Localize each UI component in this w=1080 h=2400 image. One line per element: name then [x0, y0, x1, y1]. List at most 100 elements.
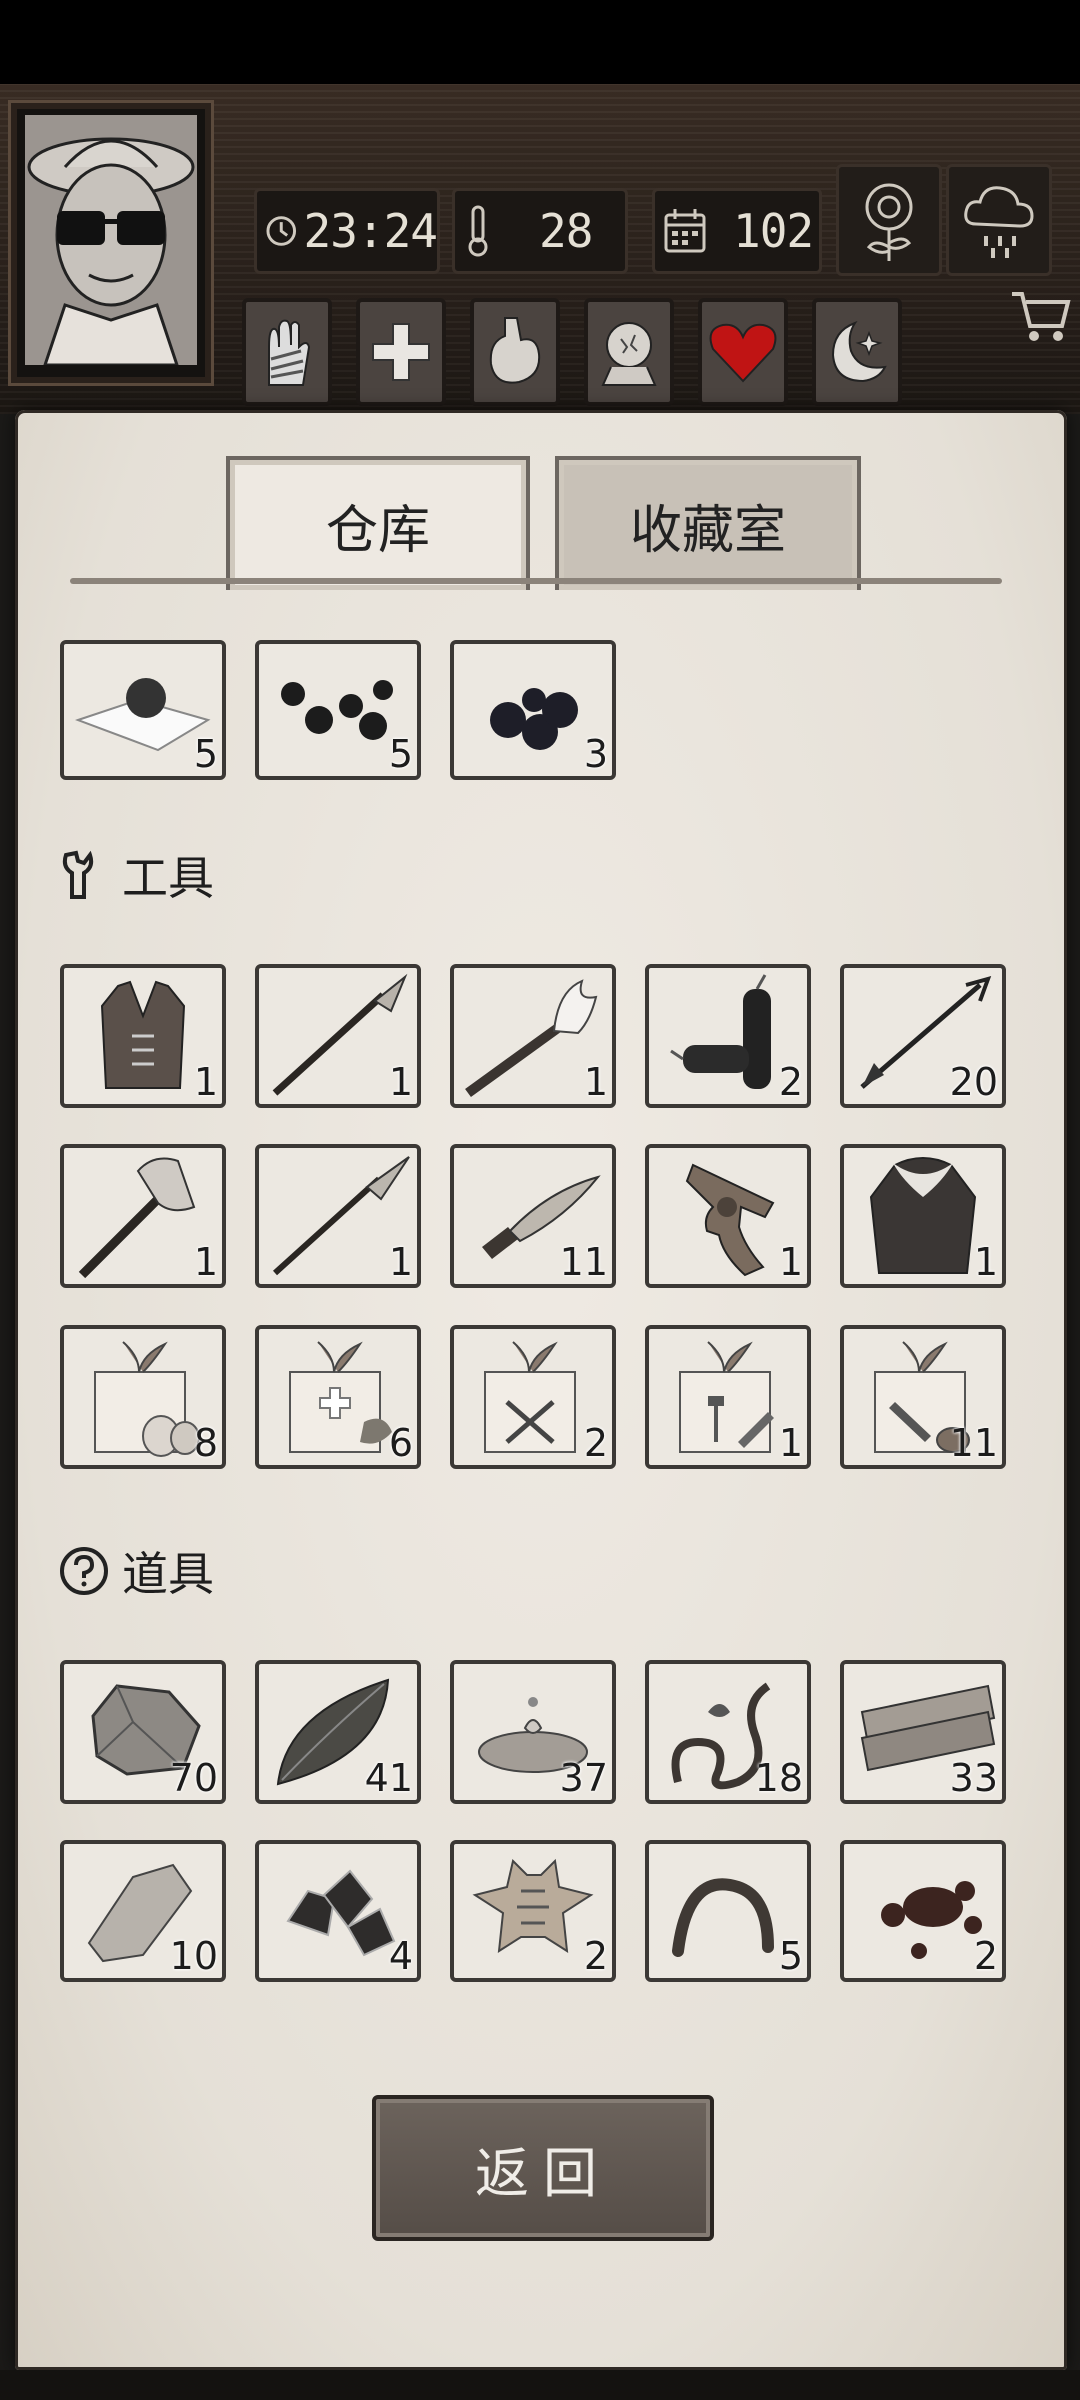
item-slot-stone-spear[interactable]: 1 [255, 964, 421, 1108]
item-quantity: 8 [193, 1421, 218, 1465]
item-quantity: 10 [169, 1934, 218, 1978]
section-tools: 工具 [58, 842, 214, 908]
tab-divider [70, 578, 1002, 584]
item-quantity: 1 [778, 1240, 803, 1284]
leather-vest-icon [100, 980, 186, 1089]
item-slot-coal-ore[interactable]: 4 [255, 1840, 421, 1982]
item-quantity: 1 [193, 1060, 218, 1104]
day-display: 102 [652, 188, 822, 274]
item-quantity: 2 [583, 1934, 608, 1978]
item-quantity: 20 [949, 1060, 998, 1104]
section-props: 道具 [58, 1538, 214, 1604]
item-slot-stone[interactable]: 70 [60, 1660, 226, 1804]
item-slot-food-package[interactable]: 8 [60, 1325, 226, 1469]
item-slot-weapon-package[interactable]: 2 [450, 1325, 616, 1469]
animal-hide-icon [472, 1858, 594, 1953]
item-slot-arrow[interactable]: 20 [840, 964, 1006, 1108]
fur-coat-icon [869, 1157, 977, 1274]
item-slot-tool-package[interactable]: 1 [645, 1325, 811, 1469]
item-quantity: 70 [169, 1756, 218, 1800]
item-quantity: 1 [973, 1240, 998, 1284]
coal-ore-icon [286, 1869, 396, 1957]
status-bar-area [0, 0, 1080, 84]
item-quantity: 33 [949, 1756, 998, 1800]
item-quantity: 5 [778, 1934, 803, 1978]
item-quantity: 1 [388, 1060, 413, 1104]
rain-cloud-icon [964, 186, 1034, 258]
season-sunflower-button[interactable] [836, 164, 942, 276]
medical-cross-icon [372, 323, 430, 381]
item-slot-wood-planks[interactable]: 33 [840, 1660, 1006, 1804]
worm-icon [672, 1878, 774, 1957]
item-slot-blood[interactable]: 2 [840, 1840, 1006, 1982]
back-button[interactable]: 返回 [372, 2095, 714, 2241]
player-portrait[interactable] [8, 100, 214, 386]
mental-status-button[interactable] [584, 298, 674, 406]
item-quantity: 1 [778, 1421, 803, 1465]
food-package-icon [94, 1341, 200, 1457]
question-mark-icon [60, 1547, 108, 1595]
weather-rain-button[interactable] [946, 164, 1052, 276]
portrait-avatar-icon [25, 115, 197, 365]
medical-package-icon [289, 1341, 392, 1453]
item-slot-knife[interactable]: 11 [450, 1144, 616, 1288]
cart-icon [1012, 292, 1071, 341]
item-quantity: 5 [193, 732, 218, 776]
item-slot-berries[interactable]: 3 [450, 640, 616, 780]
item-quantity: 5 [388, 732, 413, 776]
item-slot-medical-package[interactable]: 6 [255, 1325, 421, 1469]
item-quantity: 37 [559, 1756, 608, 1800]
item-slot-worm[interactable]: 5 [645, 1840, 811, 1982]
temperature-value: 28 [539, 204, 593, 258]
item-quantity: 11 [949, 1421, 998, 1465]
item-quantity: 6 [388, 1421, 413, 1465]
section-tools-label: 工具 [122, 851, 214, 905]
temperature-display: 28 [452, 188, 628, 274]
item-slot-torch[interactable]: 1 [450, 964, 616, 1108]
tab-warehouse[interactable]: 仓库 [226, 456, 530, 590]
health-status-button[interactable] [356, 298, 446, 406]
sleep-status-button[interactable] [812, 298, 902, 406]
item-slot-dynamite[interactable]: 2 [645, 964, 811, 1108]
item-quantity: 3 [583, 732, 608, 776]
head-brain-icon [601, 322, 657, 386]
day-value: 102 [733, 204, 814, 258]
shop-cart-button[interactable] [1010, 288, 1072, 348]
item-quantity: 18 [754, 1756, 803, 1800]
hunger-status-button[interactable] [470, 298, 560, 406]
item-slot-cloth-ball[interactable]: 5 [60, 640, 226, 780]
item-slot-iron-spear[interactable]: 1 [255, 1144, 421, 1288]
item-slot-vine[interactable]: 18 [645, 1660, 811, 1804]
sunflower-icon [865, 183, 913, 261]
section-props-label: 道具 [122, 1547, 214, 1601]
moon-star-icon [831, 321, 887, 383]
stomach-icon [489, 317, 541, 384]
item-slot-fur-coat[interactable]: 1 [840, 1144, 1006, 1288]
calendar-icon [664, 209, 706, 253]
item-quantity: 2 [778, 1060, 803, 1104]
item-slot-axe[interactable]: 1 [60, 1144, 226, 1288]
item-quantity: 2 [973, 1934, 998, 1978]
injury-status-button[interactable] [242, 298, 332, 406]
item-slot-vest[interactable]: 1 [60, 964, 226, 1108]
heart-icon [709, 323, 777, 383]
item-quantity: 1 [583, 1060, 608, 1104]
blood-drops-icon [881, 1881, 982, 1959]
time-value: 23:24 [303, 204, 438, 258]
item-slot-flint[interactable]: 10 [60, 1840, 226, 1982]
item-quantity: 2 [583, 1421, 608, 1465]
item-quantity: 11 [559, 1240, 608, 1284]
item-slot-iron-shot[interactable]: 5 [255, 640, 421, 780]
tab-collection[interactable]: 收藏室 [555, 456, 861, 590]
heart-status-button[interactable] [698, 298, 788, 406]
item-quantity: 4 [388, 1934, 413, 1978]
item-quantity: 1 [388, 1240, 413, 1284]
item-slot-revolver[interactable]: 1 [645, 1144, 811, 1288]
thermometer-icon [468, 205, 488, 257]
item-slot-leaf[interactable]: 41 [255, 1660, 421, 1804]
item-slot-material-package[interactable]: 11 [840, 1325, 1006, 1469]
tool-package-icon [679, 1341, 774, 1453]
item-slot-animal-hide[interactable]: 2 [450, 1840, 616, 1982]
wrench-icon [62, 850, 94, 899]
item-slot-water[interactable]: 37 [450, 1660, 616, 1804]
